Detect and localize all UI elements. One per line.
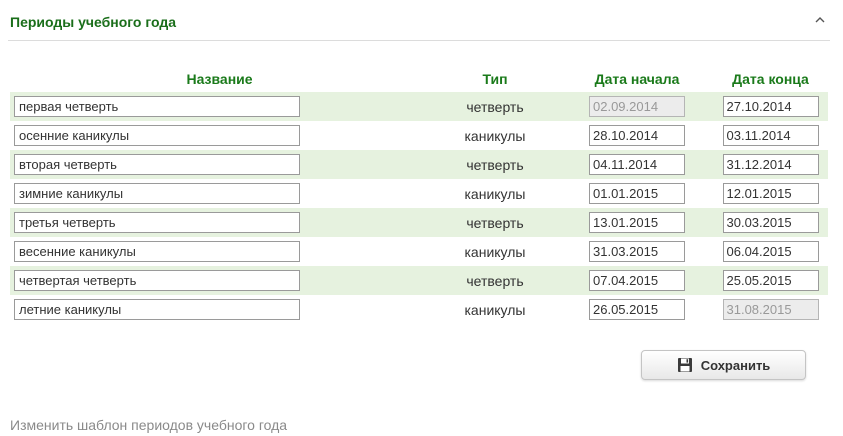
period-type: четверть [429,208,561,237]
start-date-input[interactable] [589,270,685,291]
start-date-input[interactable] [589,183,685,204]
period-type: четверть [429,266,561,295]
period-name-input[interactable] [14,241,300,262]
save-button-label: Сохранить [700,357,771,373]
start-date-input[interactable] [589,212,685,233]
start-date-input[interactable] [589,241,685,262]
panel-title: Периоды учебного года [10,14,177,30]
start-date-cell [561,92,713,121]
end-date-cell [713,266,828,295]
table-row: четверть [10,92,828,121]
column-header-type: Тип [482,71,508,87]
end-date-cell [713,92,828,121]
table-row: четверть [10,150,828,179]
period-name-input[interactable] [14,154,300,175]
start-date-input[interactable] [589,154,685,175]
start-date-input[interactable] [589,299,685,320]
end-date-cell [713,150,828,179]
panel-header: Периоды учебного года [8,10,830,41]
column-header-name: Название [186,71,253,87]
start-date-cell [561,295,713,324]
periods-table: Название Тип Дата начала Дата конца четв… [10,66,828,324]
start-date-cell [561,179,713,208]
change-template-link[interactable]: Изменить шаблон периодов учебного года [10,417,287,433]
school-year-periods-panel: Периоды учебного года Название Тип Дата … [0,0,843,436]
period-type: каникулы [429,121,561,150]
end-date-input [722,299,819,320]
start-date-cell [561,237,713,266]
period-name-input[interactable] [14,270,300,291]
period-type: каникулы [429,295,561,324]
period-name-input[interactable] [14,125,300,146]
end-date-input[interactable] [722,183,819,204]
table-row: каникулы [10,179,828,208]
name-cell [10,237,429,266]
table-row: каникулы [10,121,828,150]
name-cell [10,266,429,295]
start-date-cell [561,150,713,179]
end-date-cell [713,208,828,237]
period-type: каникулы [429,179,561,208]
period-name-input[interactable] [14,299,300,320]
name-cell [10,92,429,121]
name-cell [10,179,429,208]
period-type: четверть [429,92,561,121]
table-row: каникулы [10,237,828,266]
end-date-cell [713,121,828,150]
floppy-disk-icon [677,357,693,373]
period-type: каникулы [429,237,561,266]
table-row: четверть [10,208,828,237]
name-cell [10,208,429,237]
name-cell [10,121,429,150]
name-cell [10,150,429,179]
end-date-input[interactable] [722,241,819,262]
column-header-start-date: Дата начала [594,71,680,87]
end-date-input[interactable] [722,154,819,175]
table-header-row: Название Тип Дата начала Дата конца [10,66,828,92]
chevron-up-icon[interactable] [812,12,828,28]
table-row: четверть [10,266,828,295]
period-name-input[interactable] [14,183,300,204]
end-date-cell [713,179,828,208]
name-cell [10,295,429,324]
end-date-input[interactable] [722,270,819,291]
start-date-cell [561,121,713,150]
start-date-input [589,96,685,117]
period-type: четверть [429,150,561,179]
table-row: каникулы [10,295,828,324]
period-name-input[interactable] [14,96,300,117]
end-date-cell [713,237,828,266]
end-date-input[interactable] [722,125,819,146]
start-date-cell [561,208,713,237]
start-date-input[interactable] [589,125,685,146]
end-date-cell [713,295,828,324]
save-button[interactable]: Сохранить [641,350,806,380]
start-date-cell [561,266,713,295]
end-date-input[interactable] [722,212,819,233]
end-date-input[interactable] [722,96,819,117]
period-name-input[interactable] [14,212,300,233]
column-header-end-date: Дата конца [732,71,809,87]
